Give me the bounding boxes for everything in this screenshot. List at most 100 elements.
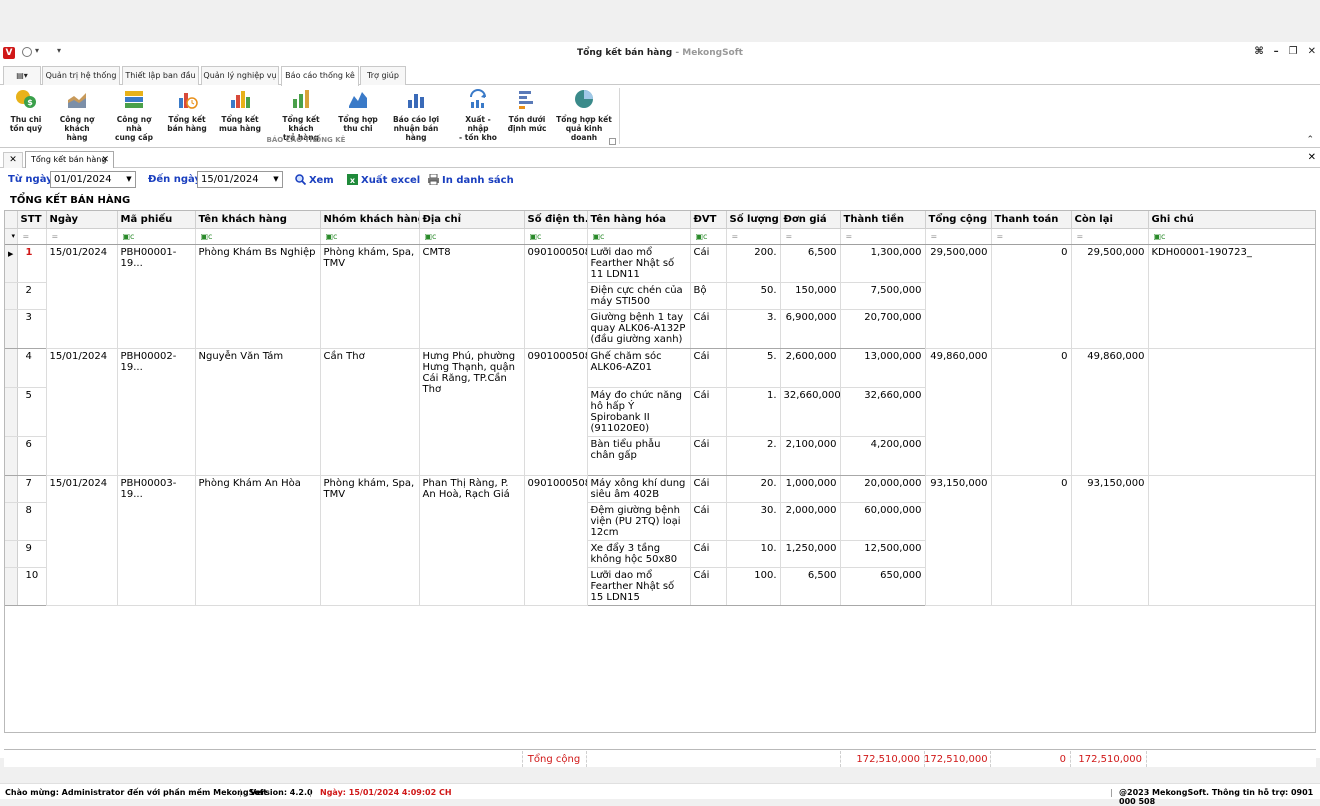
from-date-label: Từ ngày — [8, 174, 53, 185]
col-header[interactable]: Còn lại — [1071, 211, 1149, 229]
row-indicator[interactable] — [5, 436, 18, 476]
cell-stt: 10 — [17, 567, 47, 606]
col-header[interactable]: Tên hàng hóa — [587, 211, 691, 229]
col-header[interactable]: Tổng cộng — [925, 211, 992, 229]
cell-code: PBH00003-19... — [117, 475, 196, 606]
line-chart-icon — [349, 92, 367, 108]
collapse-ribbon-icon[interactable]: ⌃ — [1306, 135, 1314, 145]
bar-clock-icon — [179, 93, 198, 109]
maximize-icon[interactable]: ❐ — [1289, 46, 1298, 57]
row-indicator[interactable] — [5, 387, 18, 437]
filter-contains-icon[interactable]: ▣c — [117, 228, 196, 245]
filter-contains-icon[interactable]: ▣c — [690, 228, 727, 245]
footer-amount: 172,510,000 — [856, 754, 920, 765]
ribbon-btn-return-summary[interactable]: Tổng kết khách trả hàng — [270, 88, 332, 142]
filter-contains-icon[interactable]: ▣c — [587, 228, 691, 245]
close-doc-icon[interactable]: ✕ — [3, 152, 23, 168]
cell-code: PBH00002-19... — [117, 348, 196, 476]
col-header[interactable]: Đơn giá — [780, 211, 841, 229]
col-header[interactable]: Mã phiếu — [117, 211, 196, 229]
cell-group: Phòng khám, Spa, TMV — [320, 244, 420, 349]
table-row[interactable]: ▶ 1 15/01/2024 PBH00001-19... Phòng Khám… — [5, 244, 1315, 349]
row-indicator[interactable] — [5, 282, 18, 310]
ribbon-btn-income-expense[interactable]: Tổng hợp thu chi — [338, 88, 378, 133]
chevron-down-icon[interactable]: ▼ — [270, 172, 282, 187]
doc-tab-sales-summary[interactable]: Tổng kết bán hàng ✕ — [25, 151, 114, 168]
col-header[interactable]: Số điện th... — [524, 211, 588, 229]
to-date-input[interactable]: 15/01/2024 ▼ — [197, 171, 283, 188]
row-indicator[interactable] — [5, 567, 18, 606]
filter-contains-icon[interactable]: ▣c — [524, 228, 588, 245]
filter-equals-icon[interactable]: = — [780, 228, 841, 245]
ribbon-btn-cash[interactable]: $ Thu chi tồn quỹ — [6, 88, 46, 133]
search-icon — [295, 174, 306, 185]
filter-equals-icon[interactable]: = — [991, 228, 1072, 245]
col-header[interactable]: Thành tiền — [840, 211, 926, 229]
close-icon[interactable]: ✕ — [1308, 46, 1316, 57]
app-menu-button[interactable]: ▤▾ — [3, 66, 41, 85]
col-header[interactable]: STT — [17, 211, 47, 229]
row-indicator[interactable] — [5, 502, 18, 541]
restore-layout-icon[interactable]: ⌘ — [1254, 46, 1263, 57]
col-header[interactable]: Ngày — [46, 211, 118, 229]
close-tab-icon[interactable]: ✕ — [101, 152, 109, 168]
ribbon-btn-supplier-debt[interactable]: Công nợ nhà cung cấp — [108, 88, 160, 142]
ribbon-btn-business-result[interactable]: Tổng hợp kết quả kinh doanh — [552, 88, 616, 142]
col-header[interactable]: Thanh toán — [991, 211, 1072, 229]
to-date-label: Đến ngày — [148, 174, 201, 185]
row-indicator[interactable] — [5, 309, 18, 349]
filter-equals-icon[interactable]: = — [17, 228, 47, 245]
row-indicator[interactable]: ▶ — [5, 244, 18, 283]
tab-business[interactable]: Quản lý nghiệp vụ — [201, 66, 279, 85]
tab-system-admin[interactable]: Quản trị hệ thống — [42, 66, 120, 85]
filter-equals-icon[interactable]: = — [46, 228, 118, 245]
filter-contains-icon[interactable]: ▣c — [419, 228, 525, 245]
tab-help[interactable]: Trợ giúp — [360, 66, 406, 85]
tab-initial-setup[interactable]: Thiết lập ban đầu — [122, 66, 199, 85]
group-dialog-launcher-icon[interactable] — [609, 138, 616, 145]
col-header[interactable]: Nhóm khách hàng — [320, 211, 420, 229]
tab-reports[interactable]: Báo cáo thống kê — [281, 66, 359, 86]
print-list-button[interactable]: In danh sách — [428, 174, 514, 186]
cell-remain: 93,150,000 — [1071, 475, 1149, 606]
filter-contains-icon[interactable]: ▣c — [1148, 228, 1315, 245]
col-header[interactable]: Số lượng — [726, 211, 781, 229]
filter-contains-icon[interactable]: ▣c — [320, 228, 420, 245]
ribbon-btn-profit-report[interactable]: Báo cáo lợi nhuận bán hàng — [384, 88, 448, 142]
col-header[interactable]: Tên khách hàng — [195, 211, 321, 229]
ribbon-btn-inventory[interactable]: Xuất - nhập - tồn kho — [454, 88, 502, 142]
app-window: V ▾ ▾ Tổng kết bán hàng - MekongSoft ⌘ –… — [0, 42, 1320, 806]
cell-unit: Cái — [690, 540, 727, 568]
table-row[interactable]: 4 15/01/2024 PBH00002-19... Nguyễn Văn T… — [5, 348, 1315, 476]
col-header[interactable]: Ghi chú — [1148, 211, 1315, 229]
filter-equals-icon[interactable]: = — [840, 228, 926, 245]
filter-contains-icon[interactable]: ▣c — [195, 228, 321, 245]
minimize-icon[interactable]: – — [1274, 46, 1279, 57]
ribbon-btn-below-min[interactable]: Tồn dưới định mức — [506, 88, 548, 133]
cell-item-name: Bàn tiểu phẫu chân gấp — [587, 436, 691, 476]
col-header[interactable]: Địa chỉ — [419, 211, 525, 229]
row-indicator[interactable] — [5, 540, 18, 568]
export-excel-button[interactable]: x Xuất excel — [347, 174, 420, 186]
filter-equals-icon[interactable]: = — [925, 228, 992, 245]
close-all-icon[interactable]: ✕ — [1308, 152, 1316, 163]
from-date-input[interactable]: 01/01/2024 ▼ — [50, 171, 136, 188]
cell-phone: 0901000508 — [524, 244, 588, 349]
filter-equals-icon[interactable]: = — [1071, 228, 1149, 245]
table-row[interactable]: 7 15/01/2024 PBH00003-19... Phòng Khám A… — [5, 475, 1315, 606]
cell-price: 32,660,000 — [780, 387, 841, 437]
cell-qty: 50. — [726, 282, 781, 310]
col-header[interactable]: ĐVT — [690, 211, 727, 229]
row-indicator[interactable] — [5, 348, 18, 388]
sales-grid[interactable]: STT Ngày Mã phiếu Tên khách hàng Nhóm kh… — [4, 210, 1316, 733]
cell-stt: 8 — [17, 502, 47, 541]
view-button[interactable]: Xem — [295, 174, 334, 186]
ribbon-btn-customer-debt[interactable]: Công nợ khách hàng — [53, 88, 101, 142]
list-chart-icon — [519, 91, 533, 109]
ribbon-btn-sales-summary[interactable]: Tổng kết bán hàng — [166, 88, 208, 133]
chevron-down-icon[interactable]: ▼ — [123, 172, 135, 187]
filter-equals-icon[interactable]: = — [726, 228, 781, 245]
cell-stt: 6 — [17, 436, 47, 476]
row-indicator[interactable] — [5, 475, 18, 503]
ribbon-btn-purchase-summary[interactable]: Tổng kết mua hàng — [217, 88, 263, 133]
